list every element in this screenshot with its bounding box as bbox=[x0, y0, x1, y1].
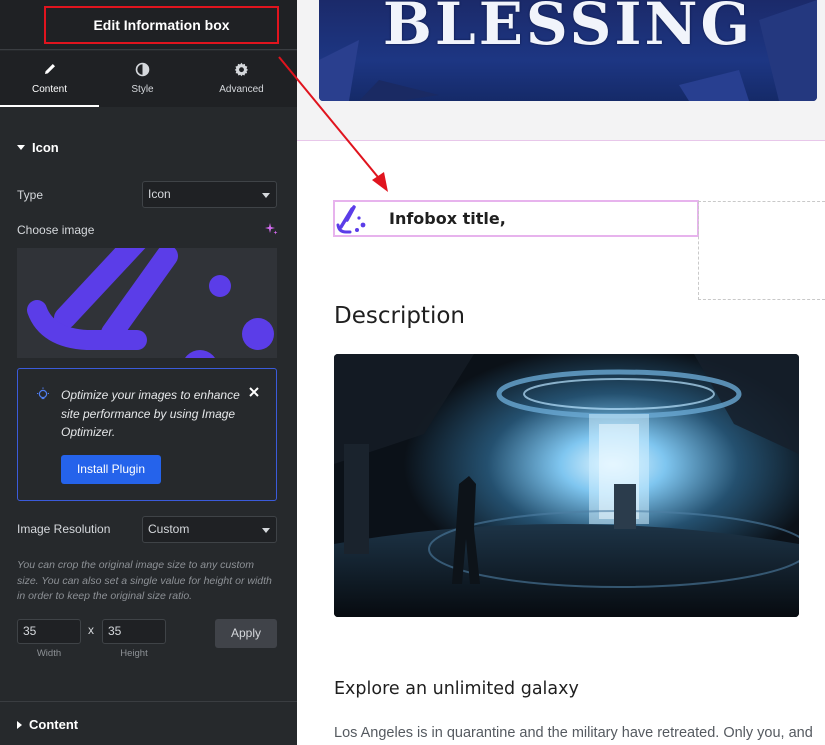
pencil-icon bbox=[0, 62, 99, 78]
optimizer-notice: Optimize your images to enhance site per… bbox=[17, 368, 277, 501]
section-content-title: Content bbox=[29, 717, 79, 732]
explore-heading: Explore an unlimited galaxy bbox=[334, 679, 579, 699]
lightbulb-icon bbox=[36, 387, 50, 406]
tab-advanced-label: Advanced bbox=[219, 84, 264, 95]
image-preview[interactable] bbox=[17, 248, 277, 358]
tab-advanced[interactable]: Advanced bbox=[192, 51, 291, 107]
close-icon[interactable] bbox=[247, 385, 261, 399]
panel-tabs: Content Style Advanced bbox=[0, 51, 297, 107]
tab-content-label: Content bbox=[31, 84, 68, 95]
chevron-down-icon bbox=[262, 528, 270, 533]
apply-button[interactable]: Apply bbox=[215, 619, 277, 648]
type-label: Type bbox=[17, 188, 44, 202]
width-input[interactable]: 35 bbox=[17, 619, 81, 644]
height-label: Height bbox=[120, 648, 148, 659]
ai-sparkle-icon[interactable] bbox=[264, 222, 278, 236]
notice-text: Optimize your images to enhance site per… bbox=[61, 388, 240, 439]
hero-banner: BLESSING bbox=[319, 0, 817, 101]
description-paragraph: Los Angeles is in quarantine and the mil… bbox=[334, 725, 813, 741]
panel-header: Edit Information box bbox=[0, 0, 297, 50]
sword-icon bbox=[17, 248, 277, 358]
hero-title: BLESSING bbox=[382, 0, 754, 58]
image-resolution-value: Custom bbox=[148, 522, 190, 536]
image-resolution-select[interactable]: Custom bbox=[142, 516, 277, 543]
type-select[interactable]: Icon bbox=[142, 181, 277, 208]
width-label: Width bbox=[36, 648, 62, 659]
hero-section: BLESSING bbox=[297, 0, 825, 141]
section-content-header[interactable]: Content bbox=[0, 701, 297, 745]
infobox-widget[interactable]: Infobox title, bbox=[333, 200, 699, 237]
height-input[interactable]: 35 bbox=[102, 619, 166, 644]
chevron-down-icon bbox=[262, 193, 270, 198]
editor-panel: Edit Information box Content Style Advan… bbox=[0, 0, 297, 745]
scene-art bbox=[334, 354, 799, 617]
empty-column-placeholder bbox=[698, 201, 825, 300]
type-select-value: Icon bbox=[148, 187, 171, 201]
page-preview: BLESSING Infobox title, Description Expl… bbox=[297, 0, 825, 745]
caret-down-icon bbox=[17, 145, 25, 150]
sword-icon bbox=[335, 203, 369, 235]
caret-right-icon bbox=[17, 720, 22, 729]
dimension-separator: x bbox=[88, 623, 94, 637]
image-resolution-label: Image Resolution bbox=[17, 522, 111, 536]
scene-image bbox=[334, 354, 799, 617]
infobox-title: Infobox title, bbox=[389, 209, 506, 228]
tab-style[interactable]: Style bbox=[93, 51, 192, 107]
section-icon-header[interactable]: Icon bbox=[17, 140, 59, 155]
section-content-toggle: Content bbox=[17, 717, 78, 732]
resolution-help-text: You can crop the original image size to … bbox=[17, 559, 272, 602]
panel-title: Edit Information box bbox=[44, 6, 279, 44]
choose-image-label: Choose image bbox=[17, 223, 95, 237]
tab-content[interactable]: Content bbox=[0, 51, 99, 107]
description-heading: Description bbox=[334, 303, 465, 329]
tab-style-label: Style bbox=[131, 84, 154, 95]
half-circle-icon bbox=[93, 62, 192, 78]
section-icon-title: Icon bbox=[32, 140, 59, 155]
gear-icon bbox=[192, 62, 291, 78]
install-plugin-button[interactable]: Install Plugin bbox=[61, 455, 161, 484]
